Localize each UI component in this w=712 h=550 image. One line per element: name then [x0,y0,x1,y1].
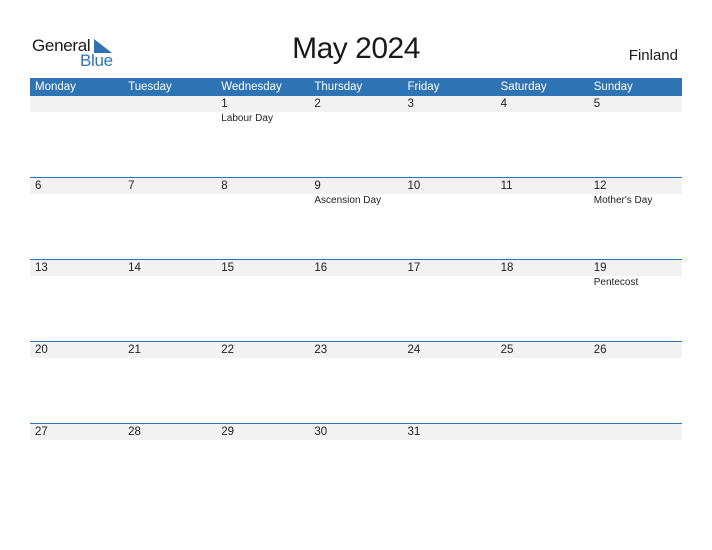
holiday-label: Pentecost [593,277,639,288]
day-cell: 4 [496,96,589,126]
day-cell: 23 [309,342,402,358]
weekday-header: Monday Tuesday Wednesday Thursday Friday… [30,78,682,96]
day-cell: 5 [589,96,682,126]
day-number: 13 [35,262,48,274]
day-number: 20 [35,344,48,356]
day-number: 27 [35,426,48,438]
weekday-tuesday: Tuesday [128,81,172,93]
day-number: 11 [500,180,513,192]
day-number: 19 [593,262,607,274]
week-cells: 1 Labour Day 2 3 4 5 [30,96,682,126]
day-cell [30,96,123,126]
week-row: 27 28 29 30 31 [30,423,682,505]
day-number: 14 [128,262,141,274]
day-number: 21 [128,344,141,356]
day-cell: 9 Ascension Day [309,178,402,208]
day-cell: 2 [309,96,402,126]
day-cell: 11 [496,178,589,208]
day-cell: 12 Mother's Day [589,178,682,208]
day-number [128,96,216,112]
day-number: 3 [407,98,414,110]
weekday-thursday: Thursday [314,81,363,93]
week-cells: 27 28 29 30 31 [30,424,682,440]
day-number: 10 [407,180,421,192]
day-number: 2 [314,98,321,110]
weekday-saturday: Saturday [500,81,547,93]
day-cell [496,424,589,440]
day-number [501,424,589,440]
day-cell [123,96,216,126]
day-number: 16 [314,262,328,274]
week-row: 6 7 8 9 Ascension Day 10 11 12 Mother's Day [30,177,682,259]
day-cell: 8 [216,178,309,208]
day-cell: 3 [403,96,496,126]
day-number: 12 [593,180,607,192]
week-row: 1 Labour Day 2 3 4 5 [30,96,682,177]
weekday-sunday: Sunday [593,81,633,93]
day-cell: 18 [496,260,589,290]
day-number: 17 [407,262,421,274]
day-cell: 10 [403,178,496,208]
day-cell: 6 [30,178,123,208]
day-cell: 19 Pentecost [589,260,682,290]
day-cell: 22 [216,342,309,358]
day-cell: 25 [496,342,589,358]
holiday-label: Ascension Day [314,195,382,206]
day-cell: 28 [123,424,216,440]
day-cell: 31 [403,424,496,440]
day-cell: 21 [123,342,216,358]
country-label: Finland [628,47,678,64]
day-number: 1 [221,98,228,110]
day-cell [589,424,682,440]
day-cell: 26 [589,342,682,358]
day-cell: 24 [403,342,496,358]
day-number: 30 [314,426,328,438]
day-number: 31 [407,426,421,438]
day-number: 28 [128,426,141,438]
week-cells: 20 21 22 23 24 25 26 [30,342,682,358]
week-cells: 13 14 15 16 17 18 19 Pentecost [30,260,682,290]
holiday-label: Labour Day [221,113,273,124]
day-cell: 16 [309,260,402,290]
day-number [35,96,123,112]
day-cell: 14 [123,260,216,290]
weekday-monday: Monday [35,81,76,93]
week-row: 20 21 22 23 24 25 26 [30,341,682,423]
day-cell: 7 [123,178,216,208]
calendar-title: May 2024 [292,32,420,65]
day-number: 9 [314,180,321,192]
day-number: 24 [407,344,421,356]
day-cell: 1 Labour Day [216,96,309,126]
day-number: 29 [221,426,235,438]
day-number: 6 [35,180,42,192]
holiday-label: Mother's Day [593,195,653,206]
day-cell: 15 [216,260,309,290]
day-cell: 30 [309,424,402,440]
day-number: 5 [593,98,601,110]
day-number: 8 [221,180,228,192]
day-number: 26 [593,344,607,356]
day-cell: 13 [30,260,123,290]
day-number [594,424,682,440]
weeks-container: 1 Labour Day 2 3 4 5 6 7 8 9 Ascension Day 10 11 12 Mo… [30,96,682,505]
day-number: 22 [221,344,235,356]
day-number: 18 [500,262,514,274]
day-number: 23 [314,344,328,356]
week-row: 13 14 15 16 17 18 19 Pentecost [30,259,682,341]
weekday-friday: Friday [407,81,440,93]
day-cell: 27 [30,424,123,440]
day-number: 15 [221,262,235,274]
day-cell: 20 [30,342,123,358]
day-number: 4 [500,98,508,110]
day-number: 25 [500,344,514,356]
week-cells: 6 7 8 9 Ascension Day 10 11 12 Mother's Day [30,178,682,208]
calendar-grid: Monday Tuesday Wednesday Thursday Friday… [30,78,682,505]
day-number: 7 [128,180,135,192]
weekday-wednesday: Wednesday [221,81,282,93]
day-cell: 29 [216,424,309,440]
day-cell: 17 [403,260,496,290]
